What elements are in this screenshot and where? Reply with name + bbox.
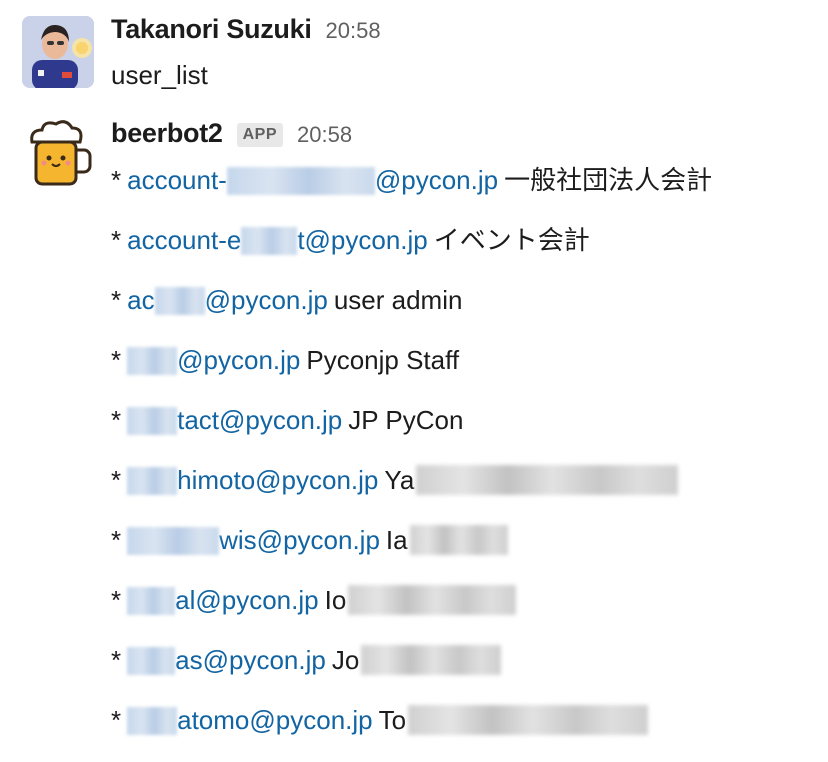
message-text: user_list (111, 60, 208, 90)
bullet: * (111, 225, 122, 255)
email-link[interactable]: account- @pycon.jp (127, 165, 498, 195)
user-list: * account- @pycon.jp 一般社団法人会計 * account-e t@p… (111, 162, 712, 762)
message-timestamp[interactable]: 20:58 (326, 18, 381, 44)
email-suffix: himoto@pycon.jp (177, 465, 379, 495)
bullet: * (111, 165, 122, 195)
redacted-blur (416, 465, 679, 495)
app-badge: APP (236, 123, 284, 147)
user-description: 一般社団法人会計 (504, 165, 713, 195)
message-beerbot: beerbot2 APP 20:58 * account- @pycon.jp 一般社… (0, 110, 828, 758)
email-suffix: atomo@pycon.jp (177, 705, 373, 735)
redacted-blur (241, 227, 298, 255)
email-link[interactable]: as@pycon.jp (127, 645, 326, 675)
bullet: * (111, 345, 122, 375)
redacted-blur (127, 527, 220, 555)
redacted-blur (226, 167, 375, 195)
redacted-blur (127, 587, 176, 615)
list-item: * account-e t@pycon.jp イベント会計 (111, 222, 712, 282)
message-takanori: Takanori Suzuki 20:58 user_list (0, 0, 828, 108)
list-item: * tact@pycon.jp JP PyCon (111, 402, 712, 462)
bullet: * (111, 645, 122, 675)
list-item: * al@pycon.jp Io (111, 582, 712, 642)
list-item: * as@pycon.jp Jo (111, 642, 712, 702)
redacted-blur (154, 287, 205, 315)
email-prefix: account-e (127, 225, 242, 255)
email-prefix: account- (127, 165, 227, 195)
message-header: Takanori Suzuki 20:58 (111, 14, 381, 45)
email-link[interactable]: tact@pycon.jp (127, 405, 342, 435)
list-item: * ac @pycon.jp user admin (111, 282, 712, 342)
email-link[interactable]: wis@pycon.jp (127, 525, 380, 555)
email-link[interactable]: himoto@pycon.jp (127, 465, 378, 495)
beer-mug-icon (30, 120, 92, 186)
bullet: * (111, 465, 122, 495)
list-item: * @pycon.jp Pyconjp Staff (111, 342, 712, 402)
user-description: JP PyCon (348, 405, 464, 435)
redacted-blur (127, 467, 178, 495)
bot-avatar[interactable] (22, 116, 94, 188)
email-link[interactable]: account-e t@pycon.jp (127, 225, 428, 255)
user-avatar[interactable] (22, 16, 94, 88)
author-name[interactable]: beerbot2 (111, 118, 223, 149)
author-name[interactable]: Takanori Suzuki (111, 14, 312, 45)
email-suffix: tact@pycon.jp (177, 405, 343, 435)
email-suffix: @pycon.jp (374, 165, 499, 195)
user-description: To (378, 705, 407, 735)
list-item: * himoto@pycon.jp Ya (111, 462, 712, 522)
bullet: * (111, 705, 122, 735)
user-description: user admin (333, 285, 463, 315)
user-description: Io (324, 585, 347, 615)
message-header: beerbot2 APP 20:58 (111, 118, 352, 150)
user-photo-avatar-icon (22, 16, 94, 88)
redacted-blur (127, 407, 178, 435)
redacted-blur (127, 347, 178, 375)
user-description: イベント会計 (433, 225, 590, 255)
email-suffix: as@pycon.jp (175, 645, 326, 675)
bullet: * (111, 525, 122, 555)
list-item: * account- @pycon.jp 一般社団法人会計 (111, 162, 712, 222)
redacted-blur (127, 707, 178, 735)
redacted-blur (409, 525, 508, 555)
redacted-blur (361, 645, 502, 675)
email-suffix: @pycon.jp (177, 345, 301, 375)
bullet: * (111, 405, 122, 435)
user-description: Ia (385, 525, 408, 555)
email-suffix: wis@pycon.jp (219, 525, 380, 555)
email-link[interactable]: ac @pycon.jp (127, 285, 328, 315)
email-suffix: @pycon.jp (204, 285, 328, 315)
email-suffix: al@pycon.jp (175, 585, 319, 615)
bullet: * (111, 585, 122, 615)
list-item: * atomo@pycon.jp To (111, 702, 712, 762)
email-link[interactable]: atomo@pycon.jp (127, 705, 373, 735)
message-timestamp[interactable]: 20:58 (297, 122, 352, 148)
email-link[interactable]: @pycon.jp (127, 345, 300, 375)
bullet: * (111, 285, 122, 315)
list-item: * wis@pycon.jp Ia (111, 522, 712, 582)
email-suffix: t@pycon.jp (297, 225, 428, 255)
redacted-blur (348, 585, 517, 615)
email-link[interactable]: al@pycon.jp (127, 585, 319, 615)
redacted-blur (408, 705, 649, 735)
user-description: Jo (331, 645, 360, 675)
redacted-blur (127, 647, 176, 675)
user-description: Ya (384, 465, 415, 495)
user-description: Pyconjp Staff (306, 345, 460, 375)
email-prefix: ac (127, 285, 155, 315)
